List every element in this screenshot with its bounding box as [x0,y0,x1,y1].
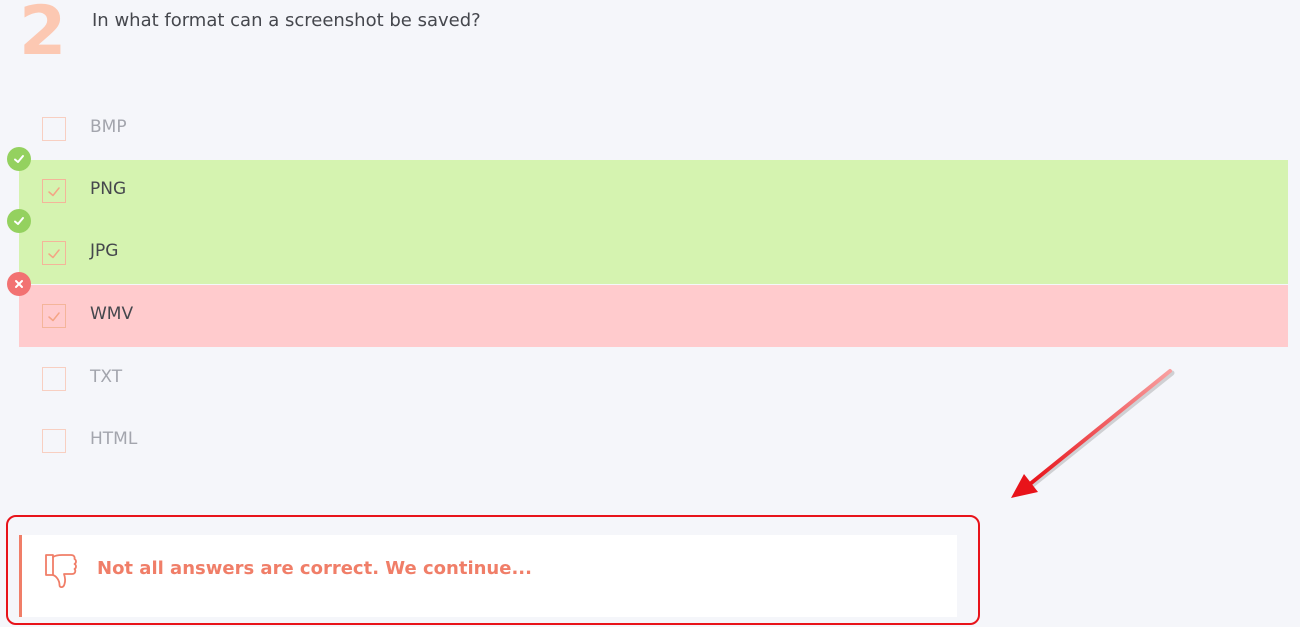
question-number: 2 [19,0,67,71]
checkbox[interactable] [42,429,66,453]
checkbox-checked[interactable] [42,241,66,265]
option-label: WMV [90,304,134,324]
checkbox[interactable] [42,367,66,391]
checkbox[interactable] [42,117,66,141]
annotation-highlight-frame [6,515,980,625]
question-text: In what format can a screenshot be saved… [92,10,481,31]
option-jpg[interactable]: JPG [7,209,1288,284]
option-label: PNG [90,179,127,199]
option-bmp[interactable]: BMP [19,98,1288,160]
option-label: BMP [90,117,127,137]
option-label: HTML [90,429,138,449]
checkbox-checked[interactable] [42,304,66,328]
option-txt[interactable]: TXT [19,348,1288,410]
correct-badge-icon [7,147,31,171]
option-label: JPG [90,241,119,261]
option-label: TXT [90,367,123,387]
checkbox-checked[interactable] [42,179,66,203]
correct-badge-icon [7,209,31,233]
option-png[interactable]: PNG [7,147,1288,222]
option-wmv[interactable]: WMV [7,272,1288,347]
option-html[interactable]: HTML [19,410,1288,472]
wrong-badge-icon [7,272,31,296]
